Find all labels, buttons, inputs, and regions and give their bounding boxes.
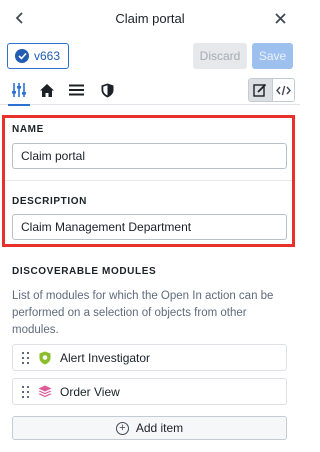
- add-item-label: Add item: [135, 421, 184, 435]
- divider: [5, 180, 292, 181]
- header-bar: Claim portal: [0, 0, 300, 36]
- discoverable-modules-label: DISCOVERABLE MODULES: [12, 266, 157, 277]
- list-item[interactable]: Order View: [12, 378, 287, 405]
- code-icon: [275, 85, 291, 96]
- page-title: Claim portal: [115, 10, 185, 26]
- tab-list[interactable]: [66, 80, 86, 100]
- description-field[interactable]: [12, 214, 287, 240]
- view-toggle: [248, 78, 295, 102]
- description-label: DESCRIPTION: [12, 196, 87, 207]
- tab-bar: [0, 76, 300, 106]
- code-view-button[interactable]: [271, 79, 294, 101]
- shield-badge-icon: [38, 351, 52, 365]
- name-field[interactable]: [12, 143, 287, 169]
- tab-settings[interactable]: [8, 80, 30, 106]
- chevron-left-icon[interactable]: [11, 9, 27, 27]
- drag-handle-icon[interactable]: [16, 345, 34, 370]
- shield-icon: [101, 83, 114, 98]
- list-item[interactable]: Alert Investigator: [12, 344, 287, 371]
- save-button[interactable]: Save: [252, 43, 293, 69]
- tab-home[interactable]: [37, 80, 57, 100]
- version-button[interactable]: v663: [7, 43, 69, 69]
- tab-permissions[interactable]: [97, 80, 117, 100]
- close-icon[interactable]: [272, 9, 288, 27]
- check-circle-icon: [15, 49, 29, 63]
- list-icon: [68, 84, 84, 96]
- discoverable-help-text: List of modules for which the Open In ac…: [12, 290, 274, 336]
- edit-view-button[interactable]: [249, 79, 272, 101]
- module-label: Order View: [60, 384, 120, 399]
- name-label: NAME: [12, 124, 44, 135]
- discard-button[interactable]: Discard: [193, 43, 247, 69]
- plus-circle-icon: +: [115, 421, 129, 435]
- edit-icon: [253, 83, 267, 97]
- version-label: v663: [34, 49, 61, 63]
- layers-icon: [38, 385, 52, 399]
- add-item-button[interactable]: + Add item: [12, 416, 287, 440]
- drag-handle-icon[interactable]: [16, 379, 34, 404]
- module-label: Alert Investigator: [60, 350, 151, 365]
- sliders-icon: [11, 82, 27, 98]
- home-icon: [39, 83, 55, 98]
